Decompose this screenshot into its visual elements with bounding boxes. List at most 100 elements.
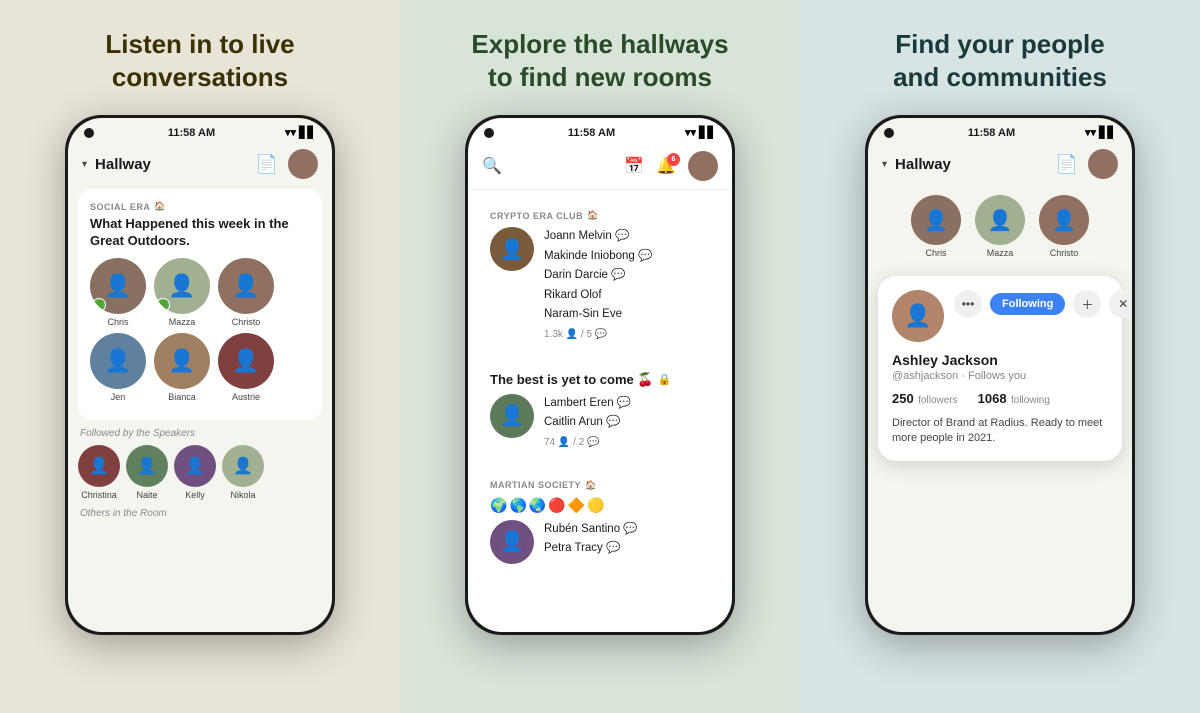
profile-popup: 👤 ••• Following ＋ ✕ Ashley Jackson @ashj… — [878, 276, 1122, 461]
camera-dot-3 — [884, 128, 894, 138]
nav-icons-3: 📄 — [1056, 149, 1118, 179]
label-bianca: Bianca — [168, 392, 196, 402]
martian-label: MARTIAN SOCIETY 🏠 — [490, 480, 710, 491]
martian-club-name: MARTIAN SOCIETY — [490, 480, 581, 490]
avatar-mazza: 👤 🌿 — [154, 258, 210, 314]
following-count: 1068 — [978, 391, 1007, 406]
crypto-label: CRYPTO ERA CLUB 🏠 — [490, 210, 710, 221]
nav-hallway-label-3[interactable]: Hallway — [895, 156, 951, 173]
camera-dot-1 — [84, 128, 94, 138]
followers-label: followers — [918, 395, 957, 406]
avatar-bianca: 👤 — [154, 333, 210, 389]
wifi-icon-2: ▾▾ — [685, 126, 696, 139]
status-bar-2: 11:58 AM ▾▾ ▋▋ — [468, 118, 732, 143]
room-card-martian[interactable]: MARTIAN SOCIETY 🏠 🌍 🌎 🌏 🔴 🔶 🟡 👤 — [478, 468, 722, 576]
crypto-names-block: Joann Melvin 💬 Makinde Iniobong 💬 Darin … — [544, 227, 652, 340]
crypto-club-name: CRYPTO ERA CLUB — [490, 211, 583, 221]
avatar-christo: 👤 — [218, 258, 274, 314]
emoji-5: 🔶 — [568, 497, 585, 514]
label-naite: Naite — [136, 490, 157, 500]
followed-naite: 👤 Naite — [126, 445, 168, 500]
phone-2-screen: 11:58 AM ▾▾ ▋▋ 🔍 📅 🔔 6 — [468, 118, 732, 632]
speaker-christo: 👤 Christo — [218, 258, 274, 327]
notification-badge-2[interactable]: 🔔 6 — [656, 156, 676, 176]
best-names-block: Lambert Eren 💬 Caitlin Arun 💬 74 👤 / 2 💬 — [544, 394, 631, 448]
wifi-icon-1: ▾▾ — [285, 126, 296, 139]
panel-3-title: Find your people and communities — [893, 28, 1107, 93]
best-stats: 74 👤 / 2 💬 — [544, 437, 631, 448]
close-popup-button[interactable]: ✕ — [1109, 290, 1132, 318]
label-nikola: Nikola — [230, 490, 255, 500]
followed-row: 👤 Christina 👤 Naite 👤 Ke — [78, 445, 322, 500]
avatar-kelly: 👤 — [174, 445, 216, 487]
label-3-christo: Christo — [1050, 248, 1079, 258]
name-ruben: Rubén Santino 💬 — [544, 520, 638, 540]
document-icon-1[interactable]: 📄 — [256, 154, 278, 175]
phone-2: 11:58 AM ▾▾ ▋▋ 🔍 📅 🔔 6 — [465, 115, 735, 635]
best-names: Lambert Eren 💬 Caitlin Arun 💬 — [544, 394, 631, 433]
speaker-bianca: 👤 Bianca — [154, 333, 210, 402]
label-chris: Chris — [107, 317, 128, 327]
following-button[interactable]: Following — [990, 293, 1065, 315]
search-icon-2[interactable]: 🔍 — [482, 156, 502, 176]
add-person-button[interactable]: ＋ — [1073, 290, 1101, 318]
label-austrie: Austrie — [232, 392, 260, 402]
search-bar-2[interactable]: 🔍 📅 🔔 6 — [468, 143, 732, 190]
room-card-1[interactable]: SOCIAL ERA 🏠 What Happened this week in … — [78, 189, 322, 420]
status-icons-3: ▾▾ ▋▋ — [1085, 126, 1116, 139]
calendar-icon-2[interactable]: 📅 — [624, 156, 644, 176]
best-avatar: 👤 — [490, 394, 534, 438]
label-jen: Jen — [111, 392, 126, 402]
more-options-button[interactable]: ••• — [954, 290, 982, 318]
label-3-mazza: Mazza — [987, 248, 1014, 258]
emoji-4: 🔴 — [548, 497, 565, 514]
room-card-best[interactable]: The best is yet to come 🍒 🔒 👤 Lambert Er… — [478, 360, 722, 460]
crypto-avatar: 👤 — [490, 227, 534, 271]
nav-hallway-label-1[interactable]: Hallway — [95, 156, 151, 173]
speaker-mazza: 👤 🌿 Mazza — [154, 258, 210, 327]
popup-stats: 250 followers 1068 following — [892, 390, 1108, 408]
martian-room-row: 👤 Rubén Santino 💬 Petra Tracy 💬 — [490, 520, 710, 564]
status-bar-3: 11:58 AM ▾▾ ▋▋ — [868, 118, 1132, 143]
label-kelly: Kelly — [185, 490, 205, 500]
panel-listen: Listen in to live conversations 11:58 AM… — [0, 0, 400, 713]
best-room-row: 👤 Lambert Eren 💬 Caitlin Arun 💬 74 👤 / 2… — [490, 394, 710, 448]
user-avatar-1[interactable] — [288, 149, 318, 179]
search-icons-row-2: 📅 🔔 6 — [624, 151, 718, 181]
popup-handle: @ashjackson — [892, 370, 958, 382]
document-icon-3[interactable]: 📄 — [1056, 154, 1078, 175]
label-christo: Christo — [232, 317, 261, 327]
phone-1: 11:58 AM ▾▾ ▋▋ ▾ Hallway 📄 SOCIA — [65, 115, 335, 635]
avatar-christina: 👤 — [78, 445, 120, 487]
club-name-1: SOCIAL ERA — [90, 202, 150, 212]
user-avatar-2[interactable] — [688, 151, 718, 181]
popup-follows-you: Follows you — [968, 370, 1026, 382]
label-christina: Christina — [81, 490, 117, 500]
avatar-jen: 👤 — [90, 333, 146, 389]
club-icon-1: 🏠 — [154, 201, 166, 212]
room-card-crypto[interactable]: CRYPTO ERA CLUB 🏠 👤 Joann Melvin 💬 Makin… — [478, 198, 722, 352]
phone-1-content: SOCIAL ERA 🏠 What Happened this week in … — [68, 185, 332, 632]
popup-dot: · — [961, 370, 968, 382]
nav-bar-3: ▾ Hallway 📄 — [868, 143, 1132, 185]
label-3-chris: Chris — [925, 248, 946, 258]
speaker-3-chris: 👤 Chris — [911, 195, 961, 258]
phone-3-screen: 11:58 AM ▾▾ ▋▋ ▾ Hallway 📄 👤 — [868, 118, 1132, 632]
best-title: The best is yet to come 🍒 🔒 — [490, 372, 710, 388]
crypto-names: Joann Melvin 💬 Makinde Iniobong 💬 Darin … — [544, 227, 652, 325]
avatar-3-christo: 👤 — [1039, 195, 1089, 245]
status-icons-1: ▾▾ ▋▋ — [285, 126, 316, 139]
user-avatar-3[interactable] — [1088, 149, 1118, 179]
badge-chris: 🌿 — [92, 298, 106, 312]
popup-name: Ashley Jackson — [892, 352, 1108, 368]
lock-icon-best: 🔒 — [658, 373, 672, 386]
nav-bar-1: ▾ Hallway 📄 — [68, 143, 332, 185]
notif-count-2: 6 — [667, 153, 680, 166]
name-darin: Darin Darcie 💬 — [544, 266, 652, 286]
martian-avatar: 👤 — [490, 520, 534, 564]
name-joann: Joann Melvin 💬 — [544, 227, 652, 247]
avatar-nikola: 👤 — [222, 445, 264, 487]
status-icons-2: ▾▾ ▋▋ — [685, 126, 716, 139]
crypto-club-icon: 🏠 — [587, 210, 599, 221]
time-3: 11:58 AM — [968, 127, 1015, 139]
